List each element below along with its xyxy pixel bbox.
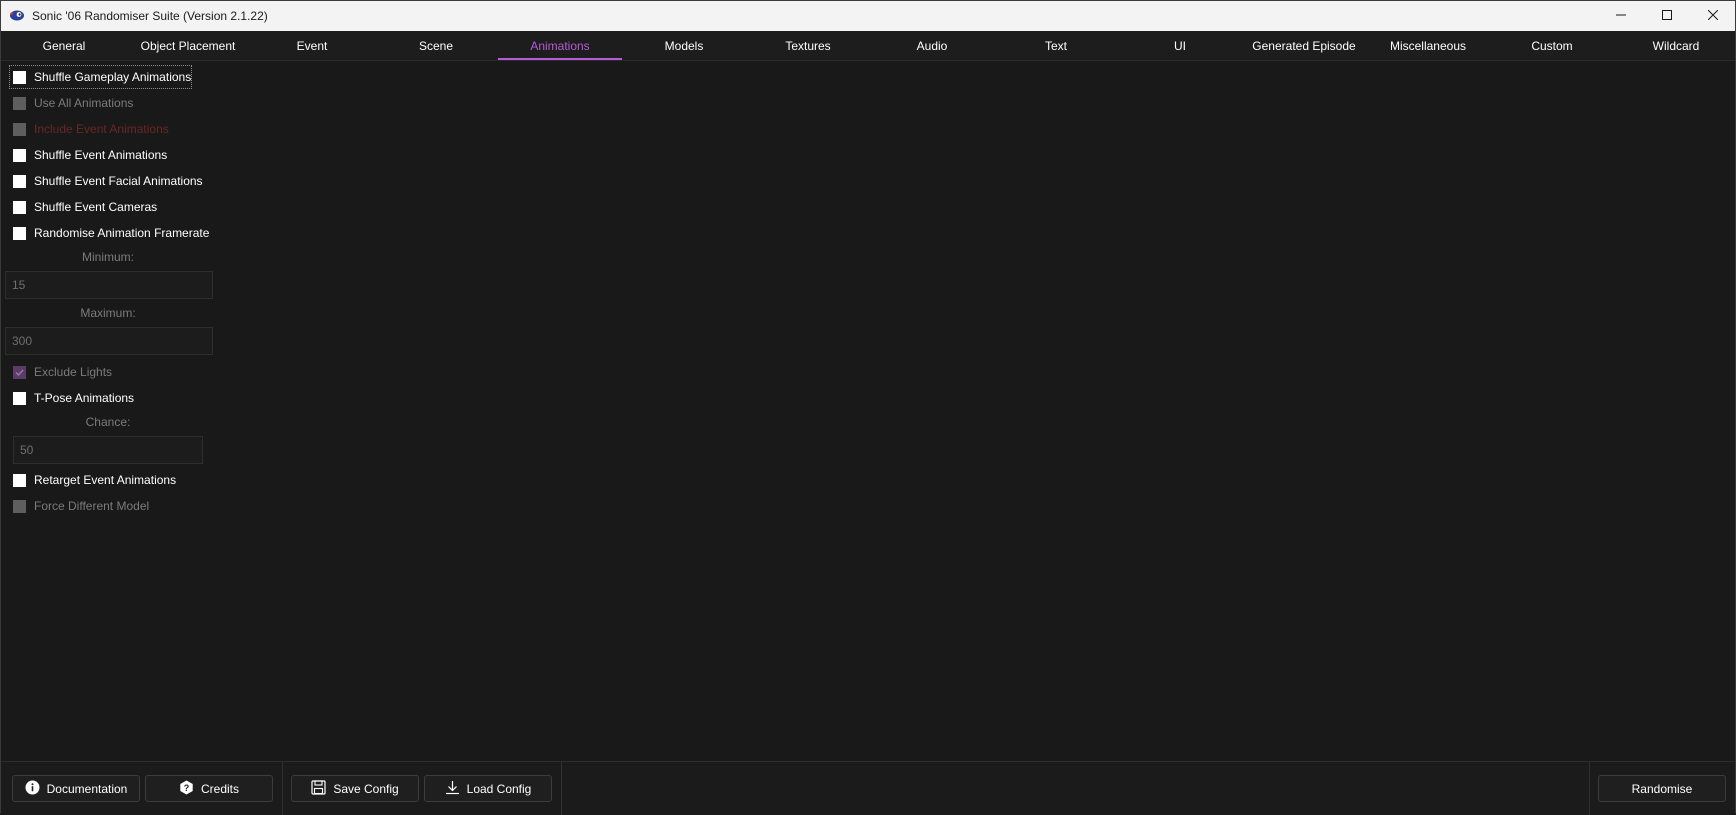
maximize-icon [1662, 9, 1672, 23]
shuffle-event-animations-option[interactable]: Shuffle Event Animations [13, 146, 167, 164]
save-config-label: Save Config [333, 781, 399, 796]
shuffle-event-cameras-label: Shuffle Event Cameras [34, 200, 158, 214]
checkmark-icon [15, 369, 24, 376]
tab-miscellaneous[interactable]: Miscellaneous [1366, 31, 1490, 60]
title-bar: Sonic '06 Randomiser Suite (Version 2.1.… [1, 1, 1735, 31]
footer-bar: Documentation ? Credits Save Config Load… [1, 761, 1735, 815]
tab-ui[interactable]: UI [1118, 31, 1242, 60]
shuffle-gameplay-animations-checkbox[interactable] [13, 70, 26, 84]
force-different-model-checkbox[interactable] [13, 499, 26, 513]
use-all-animations-option[interactable]: Use All Animations [13, 94, 133, 112]
footer-divider [1589, 762, 1590, 815]
tab-custom[interactable]: Custom [1490, 31, 1614, 60]
minimum-label: Minimum: [81, 250, 134, 264]
load-config-label: Load Config [466, 781, 532, 796]
chance-label: Chance: [85, 415, 131, 429]
chance-input[interactable]: 50 [13, 436, 203, 464]
maximum-label: Maximum: [80, 306, 136, 320]
shuffle-event-facial-animations-checkbox[interactable] [13, 174, 26, 188]
documentation-button[interactable]: Documentation [12, 775, 140, 802]
tab-audio[interactable]: Audio [870, 31, 994, 60]
include-event-animations-checkbox[interactable] [13, 122, 26, 136]
animations-panel: Shuffle Gameplay Animations Use All Anim… [1, 61, 1735, 761]
randomise-label: Randomise [1631, 781, 1693, 796]
minimum-input[interactable]: 15 [5, 271, 213, 299]
t-pose-animations-label: T-Pose Animations [34, 391, 135, 405]
close-button[interactable] [1690, 1, 1736, 31]
exclude-lights-checkbox[interactable] [13, 365, 26, 379]
load-config-button[interactable]: Load Config [424, 775, 552, 802]
shuffle-event-cameras-checkbox[interactable] [13, 200, 26, 214]
use-all-animations-label: Use All Animations [34, 96, 134, 110]
randomise-animation-framerate-label: Randomise Animation Framerate [34, 226, 210, 240]
force-different-model-option[interactable]: Force Different Model [13, 497, 149, 515]
tab-generated-episode[interactable]: Generated Episode [1242, 31, 1366, 60]
exclude-lights-label: Exclude Lights [34, 365, 113, 379]
credits-label: Credits [200, 781, 239, 796]
retarget-event-animations-checkbox[interactable] [13, 473, 26, 487]
include-event-animations-label: Include Event Animations [34, 122, 169, 136]
t-pose-animations-option[interactable]: T-Pose Animations [13, 389, 134, 407]
svg-text:?: ? [184, 783, 190, 793]
shuffle-gameplay-animations-label: Shuffle Gameplay Animations [34, 70, 192, 84]
maximize-button[interactable] [1644, 1, 1690, 31]
shuffle-event-animations-checkbox[interactable] [13, 148, 26, 162]
tab-animations[interactable]: Animations [498, 31, 622, 60]
tab-object-placement[interactable]: Object Placement [126, 31, 250, 60]
tab-textures[interactable]: Textures [746, 31, 870, 60]
exclude-lights-option[interactable]: Exclude Lights [13, 363, 112, 381]
randomise-button[interactable]: Randomise [1598, 775, 1726, 802]
window-title: Sonic '06 Randomiser Suite (Version 2.1.… [32, 9, 268, 23]
app-logo-icon [9, 9, 25, 22]
main-window: Sonic '06 Randomiser Suite (Version 2.1.… [0, 0, 1736, 815]
tab-bar: General Object Placement Event Scene Ani… [1, 31, 1735, 61]
include-event-animations-option[interactable]: Include Event Animations [13, 120, 169, 138]
randomise-animation-framerate-option[interactable]: Randomise Animation Framerate [13, 224, 209, 242]
shuffle-gameplay-animations-option[interactable]: Shuffle Gameplay Animations [13, 68, 191, 86]
tab-event[interactable]: Event [250, 31, 374, 60]
tab-wildcard[interactable]: Wildcard [1614, 31, 1736, 60]
close-icon [1707, 9, 1719, 23]
tab-text[interactable]: Text [994, 31, 1118, 60]
retarget-event-animations-label: Retarget Event Animations [34, 473, 177, 487]
maximum-input[interactable]: 300 [5, 327, 213, 355]
footer-divider [282, 762, 283, 815]
footer-divider [561, 762, 562, 815]
documentation-label: Documentation [46, 781, 128, 796]
t-pose-animations-checkbox[interactable] [13, 391, 26, 405]
shuffle-event-cameras-option[interactable]: Shuffle Event Cameras [13, 198, 157, 216]
info-icon [25, 780, 47, 798]
minimize-button[interactable] [1598, 1, 1644, 31]
shuffle-event-facial-animations-label: Shuffle Event Facial Animations [34, 174, 203, 188]
help-hexagon-icon: ? [179, 780, 201, 798]
tab-general[interactable]: General [2, 31, 126, 60]
use-all-animations-checkbox[interactable] [13, 96, 26, 110]
save-icon [311, 779, 333, 798]
shuffle-event-facial-animations-option[interactable]: Shuffle Event Facial Animations [13, 172, 203, 190]
tab-models[interactable]: Models [622, 31, 746, 60]
download-icon [445, 780, 467, 798]
credits-button[interactable]: ? Credits [145, 775, 273, 802]
shuffle-event-animations-label: Shuffle Event Animations [34, 148, 168, 162]
save-config-button[interactable]: Save Config [291, 775, 419, 802]
randomise-animation-framerate-checkbox[interactable] [13, 226, 26, 240]
force-different-model-label: Force Different Model [34, 499, 150, 513]
tab-scene[interactable]: Scene [374, 31, 498, 60]
minimize-icon [1616, 9, 1626, 23]
retarget-event-animations-option[interactable]: Retarget Event Animations [13, 471, 176, 489]
